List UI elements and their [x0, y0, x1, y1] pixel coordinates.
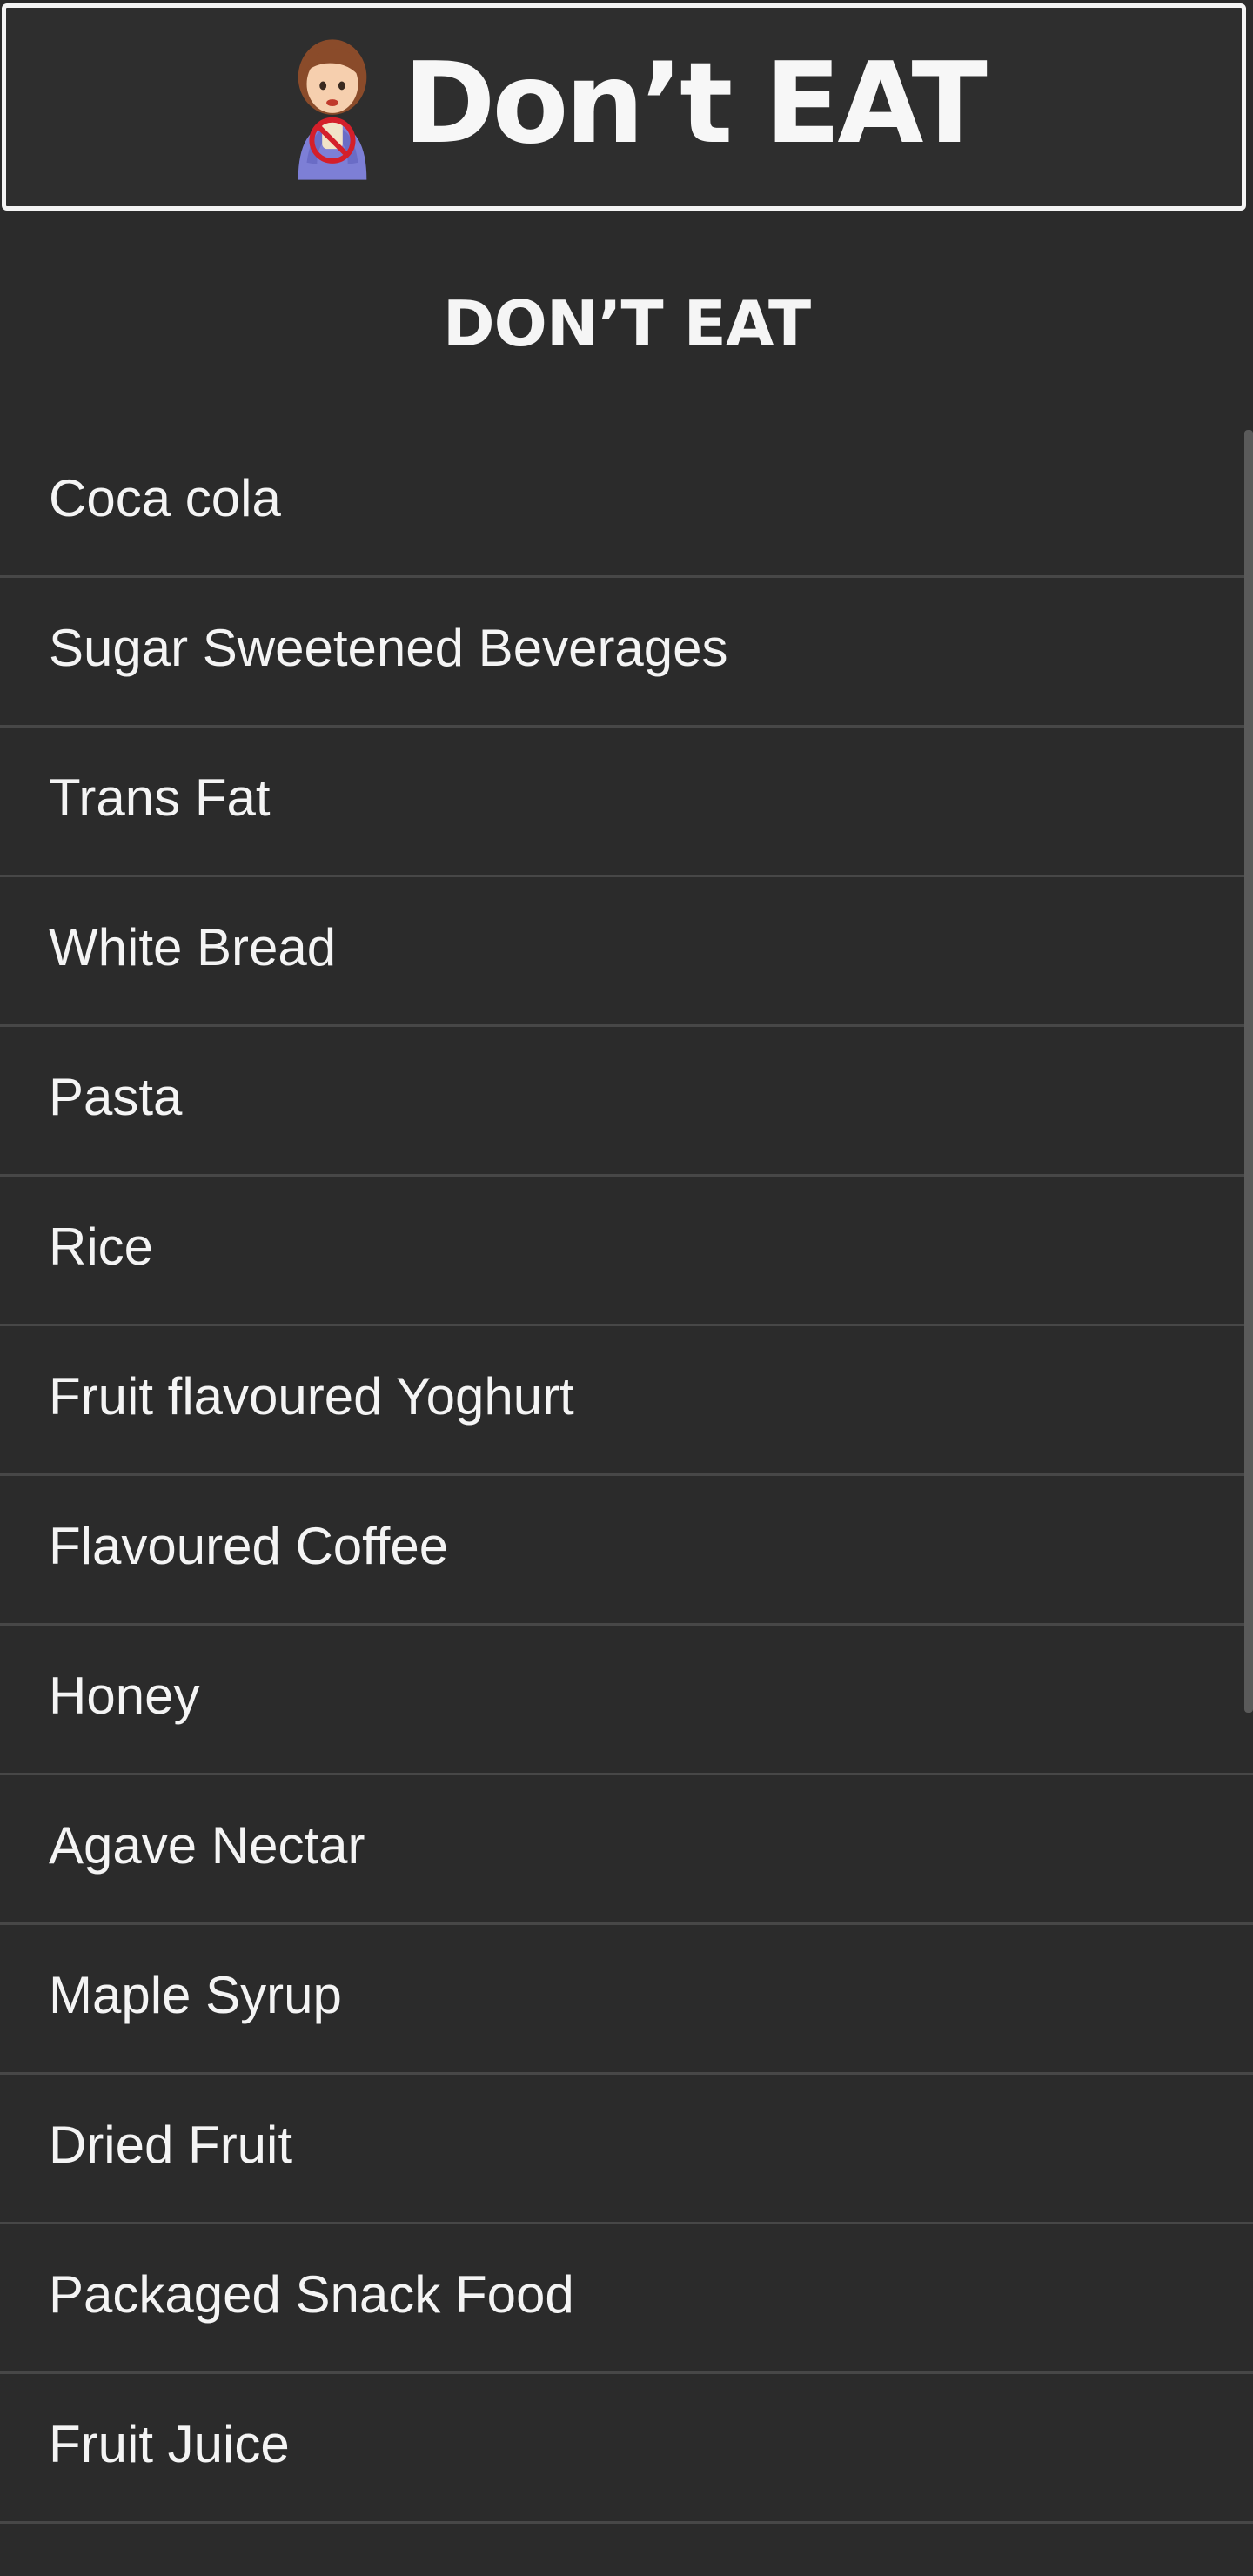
list-item[interactable]: Fruit flavoured Yoghurt	[0, 1326, 1253, 1476]
list-item-label: Maple Syrup	[49, 1965, 342, 2024]
list-item[interactable]: Fruit Juice	[0, 2374, 1253, 2524]
list-item[interactable]: Packaged Snack Food	[0, 2224, 1253, 2374]
list-item-label: Trans Fat	[49, 768, 271, 827]
list-item-label: Rice	[49, 1217, 154, 1276]
list-item[interactable]: Maple Syrup	[0, 1925, 1253, 2075]
banner-content: Don’t EAT	[281, 33, 988, 181]
list-item[interactable]: Trans Fat	[0, 728, 1253, 877]
list-item[interactable]: Rice	[0, 1177, 1253, 1326]
list-item-label: Honey	[49, 1666, 200, 1725]
list-item-label: Fruit flavoured Yoghurt	[49, 1366, 574, 1426]
food-list: Coca cola Sugar Sweetened Beverages Tran…	[0, 428, 1253, 2524]
scrollbar[interactable]	[1244, 430, 1253, 1713]
list-item-label: Fruit Juice	[49, 2414, 290, 2473]
list-item[interactable]: Flavoured Coffee	[0, 1476, 1253, 1626]
no-eating-girl-icon	[298, 39, 367, 180]
list-item[interactable]: Honey	[0, 1626, 1253, 1775]
header-banner: Don’t EAT	[2, 3, 1246, 211]
list-item-label: Packaged Snack Food	[49, 2264, 574, 2324]
list-item-label: Agave Nectar	[49, 1815, 365, 1875]
list-item[interactable]: Sugar Sweetened Beverages	[0, 578, 1253, 728]
list-item-label: Flavoured Coffee	[49, 1516, 449, 1575]
app-screen: Don’t EAT DON’T EAT Coca cola Sugar Swee…	[0, 0, 1253, 2576]
list-item-label: Pasta	[49, 1067, 183, 1126]
list-item[interactable]: Dried Fruit	[0, 2075, 1253, 2224]
section-title: DON’T EAT	[442, 287, 811, 360]
list-item-label: White Bread	[49, 917, 337, 976]
list-item[interactable]: Pasta	[0, 1027, 1253, 1177]
app-title: Don’t EAT	[403, 39, 988, 169]
list-item-label: Sugar Sweetened Beverages	[49, 618, 728, 677]
list-item[interactable]: Agave Nectar	[0, 1775, 1253, 1925]
list-item-label: Coca cola	[49, 468, 281, 527]
list-item[interactable]: Coca cola	[0, 428, 1253, 578]
list-item[interactable]: White Bread	[0, 877, 1253, 1027]
list-item-label: Dried Fruit	[49, 2115, 293, 2174]
